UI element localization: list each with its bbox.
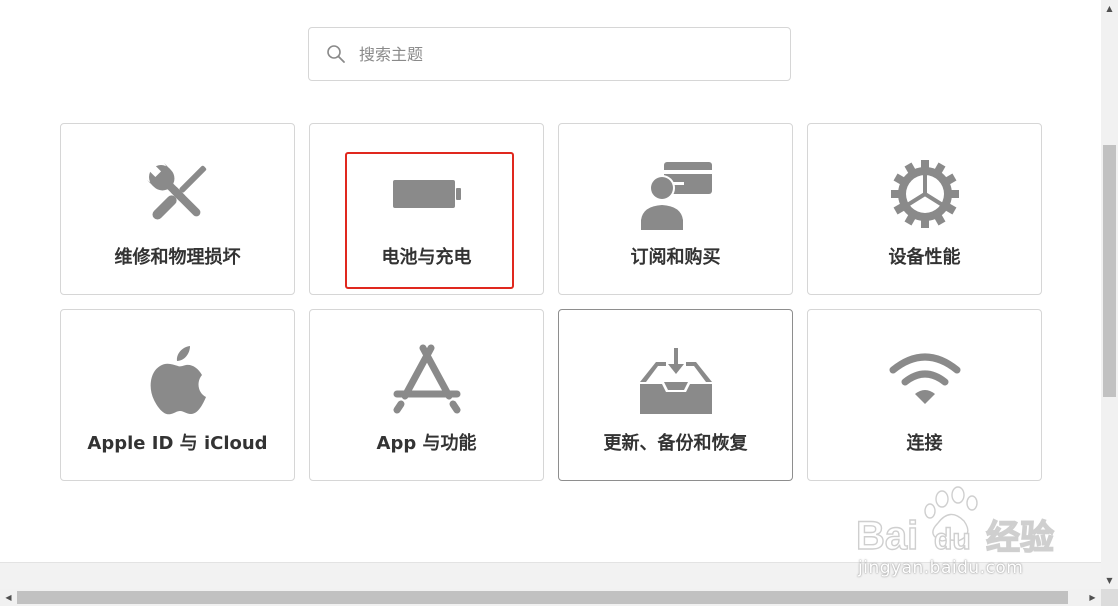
scroll-right-icon[interactable]: ▶ [1084, 589, 1101, 606]
tile-subscriptions[interactable]: 订阅和购买 [558, 123, 793, 295]
scrollbar-corner [1101, 589, 1118, 606]
tile-battery[interactable]: 电池与充电 [309, 123, 544, 295]
search-input[interactable] [357, 43, 761, 65]
tile-label: 设备性能 [888, 247, 961, 268]
search-box[interactable] [308, 27, 791, 81]
watermark-url: jingyan.baidu.com [858, 558, 1024, 578]
page-viewport: 维修和物理损坏 电池与充电 订阅和购买 [0, 0, 1101, 562]
tile-label: App 与功能 [376, 433, 477, 454]
subscription-icon [559, 154, 792, 234]
tile-label: Apple ID 与 iCloud [87, 433, 268, 454]
tools-icon [61, 154, 294, 234]
tile-repair[interactable]: 维修和物理损坏 [60, 123, 295, 295]
tile-label: 维修和物理损坏 [114, 247, 241, 268]
tile-label: 电池与充电 [381, 247, 472, 268]
tile-label: 订阅和购买 [630, 247, 721, 268]
tile-connectivity[interactable]: 连接 [807, 309, 1042, 481]
app-store-icon [310, 340, 543, 420]
vertical-scroll-thumb[interactable] [1103, 145, 1116, 397]
tile-label: 更新、备份和恢复 [603, 433, 748, 454]
search-icon [325, 43, 347, 65]
gear-icon [808, 154, 1041, 234]
scroll-left-icon[interactable]: ◀ [0, 589, 17, 606]
horizontal-scroll-thumb[interactable] [17, 591, 1068, 604]
scroll-down-icon[interactable]: ▼ [1101, 572, 1118, 589]
apple-icon [61, 340, 294, 420]
horizontal-scrollbar[interactable]: ◀ ▶ [0, 589, 1101, 606]
tile-update-backup[interactable]: 更新、备份和恢复 [558, 309, 793, 481]
tile-performance[interactable]: 设备性能 [807, 123, 1042, 295]
tile-label: 连接 [906, 433, 943, 454]
vertical-scrollbar[interactable]: ▲ ▼ [1101, 0, 1118, 589]
backup-tray-icon [559, 340, 792, 420]
wifi-icon [808, 340, 1041, 420]
scroll-up-icon[interactable]: ▲ [1101, 0, 1118, 17]
battery-icon [310, 154, 543, 234]
tile-app-features[interactable]: App 与功能 [309, 309, 544, 481]
tile-apple-id[interactable]: Apple ID 与 iCloud [60, 309, 295, 481]
